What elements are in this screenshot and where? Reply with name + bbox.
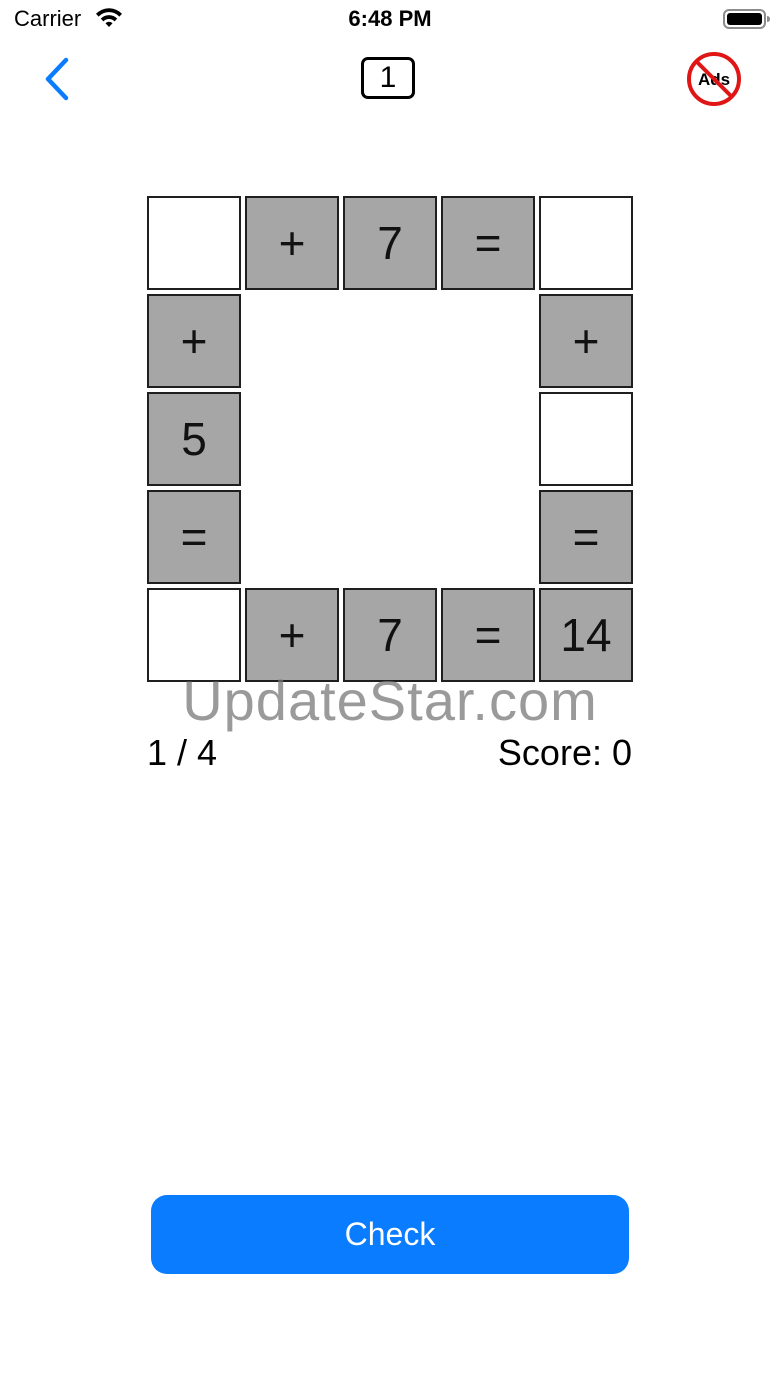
equals-cell: =: [147, 490, 241, 584]
level-indicator: 1: [361, 57, 415, 99]
no-ads-icon: Ads: [687, 52, 741, 106]
puzzle-grid: + 7 = + 5 = + = + 7 = 14: [147, 196, 635, 684]
chevron-left-icon: [45, 57, 69, 101]
back-button[interactable]: [38, 54, 82, 104]
battery-icon: [723, 9, 770, 29]
remove-ads-button[interactable]: Ads: [686, 51, 742, 107]
equals-cell: =: [441, 196, 535, 290]
answer-cell[interactable]: [147, 196, 241, 290]
check-button[interactable]: Check: [151, 1195, 629, 1274]
clock: 6:48 PM: [348, 6, 432, 31]
score-label: Score: 0: [497, 732, 632, 773]
status-bar: Carrier 6:48 PM: [0, 0, 780, 40]
number-cell: 5: [147, 392, 241, 486]
operator-cell: +: [539, 294, 633, 388]
equals-cell: =: [539, 490, 633, 584]
operator-cell: +: [147, 294, 241, 388]
answer-cell[interactable]: [539, 392, 633, 486]
operator-cell: +: [245, 196, 339, 290]
watermark: UpdateStar.com: [182, 669, 598, 732]
number-cell: 7: [343, 196, 437, 290]
puzzle-progress: 1 / 4: [147, 732, 218, 773]
answer-cell[interactable]: [539, 196, 633, 290]
